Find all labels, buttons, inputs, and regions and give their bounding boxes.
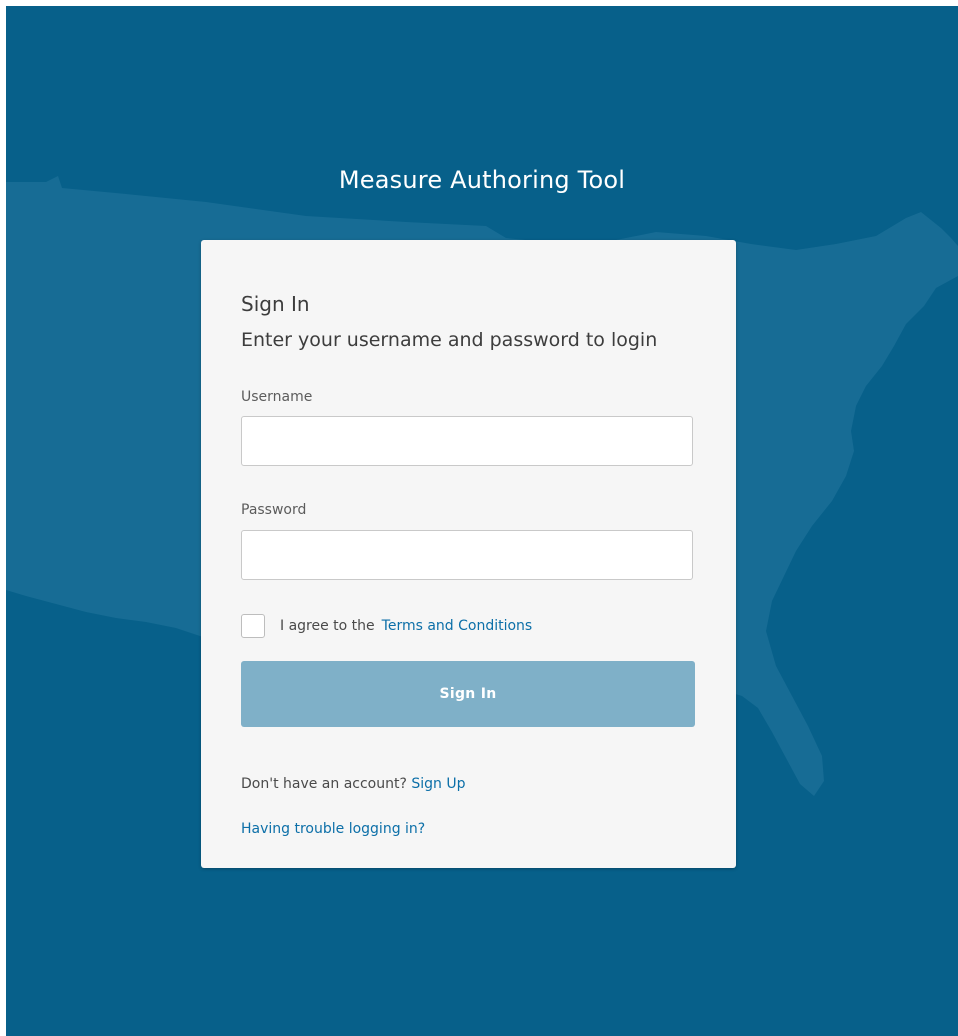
password-label: Password xyxy=(241,502,307,518)
signup-row: Don't have an account? Sign Up xyxy=(241,776,466,792)
app-title: Measure Authoring Tool xyxy=(338,166,626,194)
terms-row: I agree to the Terms and Conditions xyxy=(241,613,532,639)
sign-in-heading: Sign In xyxy=(241,292,310,316)
terms-and-conditions-link[interactable]: Terms and Conditions xyxy=(382,618,533,634)
login-card: Sign In Enter your username and password… xyxy=(201,240,736,868)
signup-prompt: Don't have an account? xyxy=(241,776,407,792)
sign-in-instructions: Enter your username and password to logi… xyxy=(241,329,658,351)
username-input[interactable] xyxy=(241,416,693,466)
username-label: Username xyxy=(241,389,313,405)
login-page-background: Measure Authoring Tool Sign In Enter you… xyxy=(6,6,958,1036)
terms-prefix-text: I agree to the xyxy=(280,618,375,634)
trouble-logging-in-link[interactable]: Having trouble logging in? xyxy=(241,821,425,837)
password-input[interactable] xyxy=(241,530,693,580)
trouble-row: Having trouble logging in? xyxy=(241,818,425,837)
sign-up-link[interactable]: Sign Up xyxy=(411,776,465,792)
sign-in-button[interactable]: Sign In xyxy=(241,661,695,727)
terms-checkbox[interactable] xyxy=(241,614,265,638)
